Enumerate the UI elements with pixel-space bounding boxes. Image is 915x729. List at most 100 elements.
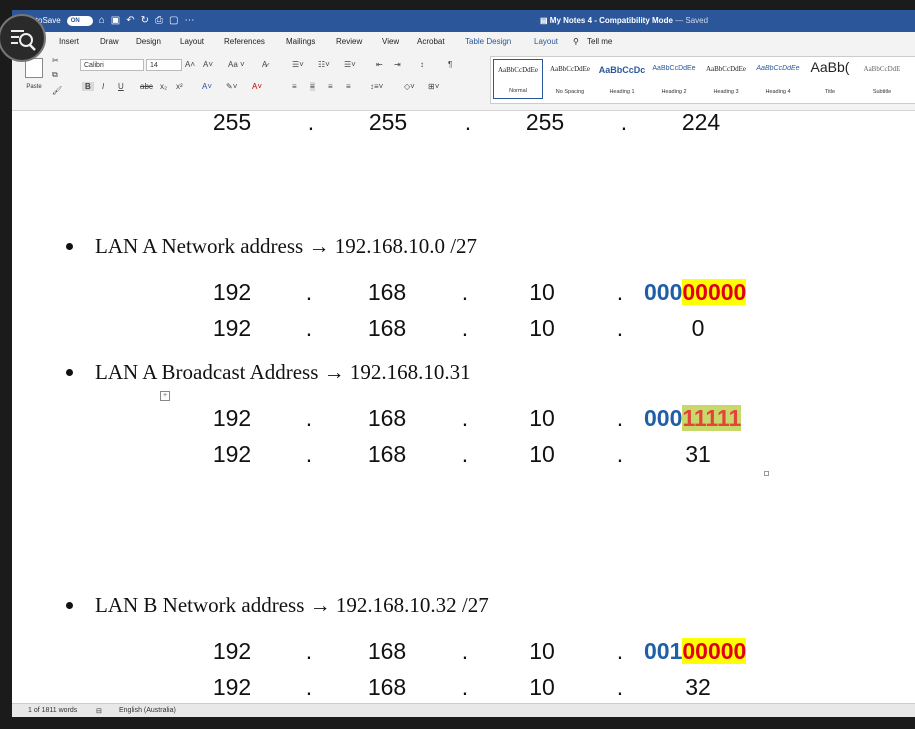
bullet-text: LAN A Broadcast Address → 192.168.10.31	[95, 360, 471, 384]
style-sample: AaBbCcDdEe	[756, 65, 800, 72]
octet-dot: .	[305, 405, 313, 431]
shrink-font-icon[interactable]: A˅	[203, 60, 213, 69]
copy-icon[interactable]: ⧉	[52, 70, 58, 80]
octet-3: 10	[529, 674, 555, 700]
cut-icon[interactable]: ✂	[52, 56, 59, 65]
underline-button[interactable]: U	[118, 82, 124, 91]
style-title[interactable]: AaBb( Title	[805, 59, 855, 99]
font-name-select[interactable]: Calibri	[80, 59, 144, 71]
bullet-dot	[66, 368, 73, 376]
title-bar: AutoSave ON ⌂ ▣ ↶ ↻ ⎙ ▢ ⋯ ▤ My Notes 4 -…	[12, 10, 915, 32]
octet-dot: .	[616, 279, 624, 305]
octet-dot: .	[461, 315, 469, 341]
font-size-select[interactable]: 14	[146, 59, 182, 71]
octet-4: 224	[681, 109, 721, 135]
style-no-spacing[interactable]: AaBbCcDdEe No Spacing	[545, 59, 595, 99]
align-right-icon[interactable]: ≡	[328, 82, 333, 91]
tab-review[interactable]: Review	[336, 37, 362, 46]
octet-1: 255	[212, 109, 252, 135]
octet-2: 255	[368, 109, 408, 135]
align-left-icon[interactable]: ≡	[292, 82, 297, 91]
tab-acrobat[interactable]: Acrobat	[417, 37, 445, 46]
print-icon[interactable]: ⎙	[155, 15, 163, 26]
shading-icon[interactable]: ◇˅	[404, 82, 415, 91]
line-spacing-icon[interactable]: ↕≡˅	[370, 82, 383, 91]
autosave-toggle[interactable]: ON	[66, 15, 93, 26]
undo-icon[interactable]: ↶	[126, 15, 134, 26]
more-icon[interactable]: ⋯	[184, 15, 194, 26]
word-count[interactable]: 1 of 1811 words	[28, 707, 77, 714]
home-icon[interactable]: ⌂	[99, 15, 105, 26]
style-heading-2[interactable]: AaBbCcDdEe Heading 2	[649, 59, 699, 99]
increase-indent-icon[interactable]: ⇥	[394, 60, 401, 69]
doc-name: My Notes 4	[549, 16, 593, 25]
proofing-icon[interactable]: ⊟	[96, 707, 102, 715]
tell-me-search[interactable]: Tell me	[587, 37, 612, 46]
style-name: Heading 1	[609, 89, 635, 95]
text-effects-icon[interactable]: A˅	[202, 82, 212, 91]
justify-icon[interactable]: ≡	[346, 82, 351, 91]
language[interactable]: English (Australia)	[119, 707, 176, 714]
screen-capture-overlay-button[interactable]	[0, 14, 46, 62]
clear-formatting-icon[interactable]: A̷	[262, 60, 267, 69]
superscript-button[interactable]: x²	[176, 82, 183, 91]
table-move-handle-icon[interactable]: +	[160, 391, 170, 401]
style-name: Title	[824, 89, 836, 95]
new-document-icon[interactable]: ▢	[169, 15, 178, 26]
octet-dot: .	[616, 441, 624, 467]
grow-font-icon[interactable]: A˄	[185, 60, 195, 69]
borders-icon[interactable]: ⊞˅	[428, 82, 439, 91]
octet-2: 168	[367, 674, 407, 700]
save-icon[interactable]: ▣	[111, 15, 120, 26]
tab-layout[interactable]: Layout	[180, 37, 204, 46]
numbering-icon[interactable]: ☷˅	[318, 60, 330, 69]
bold-button[interactable]: B	[82, 82, 94, 91]
redo-icon[interactable]: ↻	[141, 15, 149, 26]
octet-dot: .	[616, 315, 624, 341]
octet-dot: .	[307, 109, 315, 135]
style-normal[interactable]: AaBbCcDdEe Normal	[493, 59, 543, 99]
doc-status: — Saved	[672, 16, 709, 25]
table-resize-handle[interactable]	[764, 471, 769, 476]
tab-references[interactable]: References	[224, 37, 265, 46]
octet-1: 192	[212, 674, 252, 700]
tab-draw[interactable]: Draw	[100, 37, 119, 46]
octet-dot: .	[461, 674, 469, 700]
style-heading-4[interactable]: AaBbCcDdEe Heading 4	[753, 59, 803, 99]
align-center-icon[interactable]: ≡	[310, 82, 315, 91]
subscript-button[interactable]: x₂	[160, 82, 167, 91]
style-subtitle[interactable]: AaBbCcDdE Subtitle	[857, 59, 907, 99]
highlight-icon[interactable]: ✎˅	[226, 82, 237, 91]
tab-design[interactable]: Design	[136, 37, 161, 46]
tab-table-design[interactable]: Table Design	[465, 37, 511, 46]
binary-octet: 00100000	[644, 638, 747, 665]
octet-2: 168	[367, 441, 407, 467]
sort-icon[interactable]: ↕	[420, 60, 424, 69]
style-name: Subtitle	[872, 89, 892, 95]
doc-icon: ▤	[540, 16, 550, 25]
tab-mailings[interactable]: Mailings	[286, 37, 315, 46]
tab-view[interactable]: View	[382, 37, 399, 46]
document-page[interactable]: 255 . 255 . 255 . 224 LAN A Network addr…	[12, 109, 915, 703]
font-color-icon[interactable]: A˅	[252, 82, 262, 91]
style-sample: AaBbCcDdEe	[652, 65, 696, 72]
bullets-icon[interactable]: ☰˅	[292, 60, 304, 69]
network-bits: 000	[644, 279, 683, 305]
style-heading-1[interactable]: AaBbCcDc Heading 1	[597, 59, 647, 99]
tab-table-layout[interactable]: Layout	[534, 37, 558, 46]
paste-button[interactable]: Paste	[20, 56, 48, 100]
style-sample: AaBb(	[810, 59, 850, 75]
style-name: Heading 4	[765, 89, 791, 95]
document-title: ▤ My Notes 4 - Compatibility Mode — Save…	[540, 16, 708, 25]
format-painter-icon[interactable]: 🖌	[52, 86, 62, 95]
italic-button[interactable]: I	[102, 82, 104, 91]
style-sample: AaBbCcDc	[598, 65, 646, 75]
multilevel-list-icon[interactable]: ☰˅	[344, 60, 356, 69]
change-case-icon[interactable]: Aa ˅	[228, 60, 245, 69]
style-heading-3[interactable]: AaBbCcDdEe Heading 3	[701, 59, 751, 99]
show-formatting-icon[interactable]: ¶	[448, 60, 452, 69]
strikethrough-button[interactable]: abc	[140, 82, 153, 91]
decrease-indent-icon[interactable]: ⇤	[376, 60, 383, 69]
octet-1: 192	[212, 279, 252, 305]
tab-insert[interactable]: Insert	[59, 37, 79, 46]
